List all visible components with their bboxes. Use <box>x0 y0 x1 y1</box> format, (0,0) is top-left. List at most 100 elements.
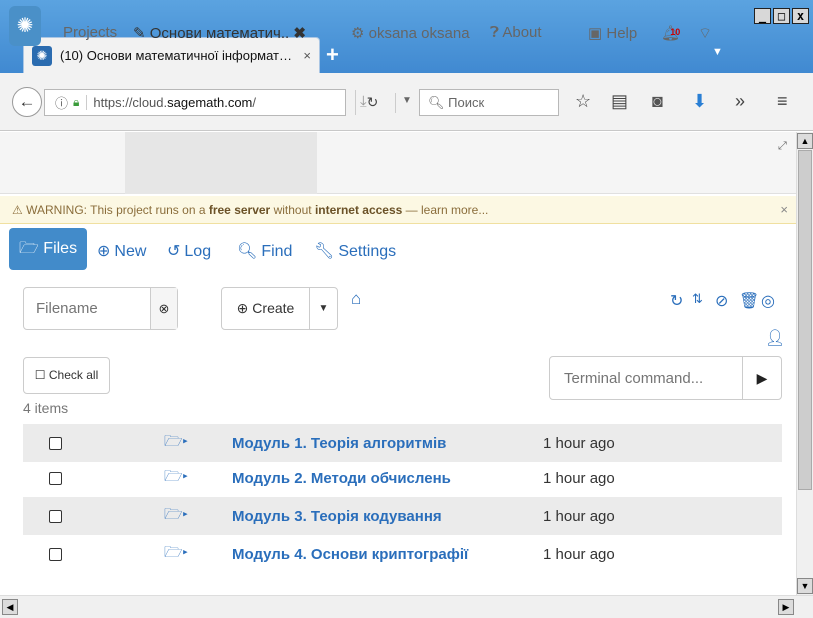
row-checkbox[interactable] <box>49 471 62 485</box>
find-button[interactable]: 🔍︎ Find <box>237 241 292 261</box>
item-count: 4 items <box>23 400 69 416</box>
row-checkbox[interactable] <box>49 509 62 523</box>
new-tab-icon[interactable]: + <box>326 42 339 68</box>
warning-text: WARNING: This project runs on a <box>26 203 209 217</box>
question-icon: ❓︎ <box>490 24 500 41</box>
fullscreen-icon[interactable]: ⤢ <box>778 140 787 153</box>
downloads-icon[interactable]: ⬇ <box>692 91 707 112</box>
scroll-left-arrow-icon[interactable]: ◀ <box>2 599 18 615</box>
file-name[interactable]: Модуль 1. Теорія алгоритмів <box>232 435 446 452</box>
warning-close-icon[interactable]: × <box>780 196 788 224</box>
project-tab-background <box>125 132 317 194</box>
about-link[interactable]: ❓︎ About <box>490 24 542 41</box>
play-icon[interactable]: ▶ <box>742 357 781 399</box>
file-row[interactable]: 🗁▸ Модуль 3. Теорія кодування 1 hour ago <box>23 497 782 535</box>
file-time: 1 hour ago <box>543 469 615 487</box>
create-button[interactable]: ⊕ Create <box>222 288 310 329</box>
new-label: New <box>114 243 147 260</box>
scroll-up-arrow-icon[interactable]: ▲ <box>797 133 813 149</box>
help-link[interactable]: ▣ Help <box>588 24 637 42</box>
warning-text: without <box>270 203 315 217</box>
create-dropdown-caret-icon[interactable]: ▼ <box>310 288 337 329</box>
tab-title: (10) Основи математичної інформат… <box>60 48 293 63</box>
learn-more-link[interactable]: — learn more... <box>402 203 489 217</box>
account-name: oksana oksana <box>368 25 470 42</box>
folder-open-icon[interactable]: 🗁▸ <box>164 431 188 456</box>
about-label: About <box>502 24 542 41</box>
project-tab-label: Основи математич.. <box>149 25 290 42</box>
row-checkbox[interactable] <box>49 547 62 561</box>
terminal-command-group: ▶ <box>549 356 782 400</box>
file-row[interactable]: 🗁▸ Модуль 2. Методи обчислень 1 hour ago <box>23 459 782 497</box>
filename-input[interactable] <box>24 288 150 329</box>
trash-icon[interactable]: 🗑︎ <box>739 291 759 311</box>
help-icon: ▣ <box>588 25 603 42</box>
folder-open-icon[interactable]: 🗁▸ <box>164 542 188 567</box>
hamburger-menu-icon[interactable]: ≡ <box>777 91 788 112</box>
settings-button[interactable]: 🔧︎ Settings <box>314 241 396 261</box>
pocket-icon[interactable]: ◙ <box>652 91 663 112</box>
files-label: Files <box>43 240 78 257</box>
log-button[interactable]: ↺ Log <box>167 241 211 261</box>
plus-circle-icon: ⊕ <box>97 243 111 260</box>
file-name[interactable]: Модуль 4. Основи криптографії <box>232 546 468 563</box>
notifications-button[interactable]: 🔔︎ 10 <box>661 24 694 42</box>
project-tab[interactable]: ✎ Основи математич.. ✖ <box>133 24 306 42</box>
file-row[interactable]: 🗁▸ Модуль 1. Теорія алгоритмів 1 hour ag… <box>23 424 782 462</box>
download-arrow-icon[interactable]: ⤓ <box>360 93 367 110</box>
scroll-right-arrow-icon[interactable]: ▶ <box>778 599 794 615</box>
browser-navbar: ← ⓘ 🔒︎ https://cloud.sagemath.com/p ↻ ⤓ … <box>0 73 813 131</box>
log-label: Log <box>184 243 212 260</box>
hide-hidden-files-icon[interactable]: ⊘ <box>715 291 728 311</box>
vertical-scroll-thumb[interactable] <box>798 150 812 490</box>
folder-open-icon[interactable]: 🗁▸ <box>164 504 188 529</box>
clear-filename-icon[interactable]: ⊗ <box>150 288 177 329</box>
settings-label: Settings <box>338 243 397 260</box>
overflow-chevron-icon[interactable]: » <box>735 91 745 112</box>
warning-banner: ⚠ WARNING: This project runs on a free s… <box>0 196 796 224</box>
files-button[interactable]: 🗁 Files <box>9 228 87 270</box>
file-row[interactable]: 🗁▸ Модуль 4. Основи криптографії 1 hour … <box>23 535 782 573</box>
account-link[interactable]: ⚙ oksana oksana <box>351 24 470 42</box>
user-icon[interactable]: 👤︎ <box>765 328 785 348</box>
refresh-icon[interactable]: ↻ <box>670 291 683 311</box>
plus-circle-icon: ⊕ <box>236 300 249 316</box>
download-menu-chevron-icon[interactable]: ▼ <box>402 95 412 106</box>
check-all-button[interactable]: ☐ Check all <box>23 357 110 394</box>
warning-bold-free-server: free server <box>208 203 271 217</box>
row-checkbox[interactable] <box>49 436 62 450</box>
history-icon: ↺ <box>167 243 181 260</box>
download-separator <box>395 93 396 113</box>
terminal-command-input[interactable] <box>550 357 742 399</box>
folder-open-icon[interactable]: 🗁▸ <box>164 466 188 491</box>
lock-icon: 🔒︎ <box>73 95 80 109</box>
sagemath-logo-icon[interactable]: ✺ <box>9 6 41 46</box>
file-name[interactable]: Модуль 3. Теорія кодування <box>232 508 442 525</box>
search-bar[interactable]: 🔍︎ Поиск <box>419 89 559 116</box>
bookmark-star-icon[interactable]: ☆ <box>575 91 591 112</box>
reading-list-icon[interactable]: ▤ <box>611 91 628 112</box>
projects-link[interactable]: Projects <box>63 24 117 41</box>
maximize-button[interactable]: □ <box>773 8 790 24</box>
minimize-button[interactable]: _ <box>754 8 771 24</box>
tab-close-icon[interactable]: × <box>303 48 311 63</box>
file-time: 1 hour ago <box>543 434 615 452</box>
project-tab-close-icon[interactable]: ✖ <box>293 25 306 42</box>
new-button[interactable]: ⊕ New <box>97 241 146 261</box>
close-window-button[interactable]: x <box>792 8 809 24</box>
back-arrow-icon[interactable]: ← <box>12 87 42 117</box>
wifi-icon: ⌔ <box>698 25 713 42</box>
file-name[interactable]: Модуль 2. Методи обчислень <box>232 470 451 487</box>
gear-icon: ⚙ <box>351 25 365 42</box>
horizontal-scrollbar[interactable] <box>0 595 813 618</box>
find-label: Find <box>261 243 293 260</box>
url-bar[interactable]: ⓘ 🔒︎ https://cloud.sagemath.com/p ↻ <box>44 89 378 116</box>
life-ring-icon[interactable]: ◎ <box>761 291 775 311</box>
sort-alpha-icon[interactable]: ⇅ <box>692 291 703 307</box>
file-time: 1 hour ago <box>543 507 615 525</box>
info-icon[interactable]: ⓘ <box>55 93 68 112</box>
home-icon[interactable]: ⌂ <box>351 289 361 309</box>
scroll-down-arrow-icon[interactable]: ▼ <box>797 578 813 594</box>
browser-tab[interactable]: ✺ (10) Основи математичної інформат… × <box>23 37 320 73</box>
tab-list-chevron-icon[interactable]: ▼ <box>712 46 723 58</box>
